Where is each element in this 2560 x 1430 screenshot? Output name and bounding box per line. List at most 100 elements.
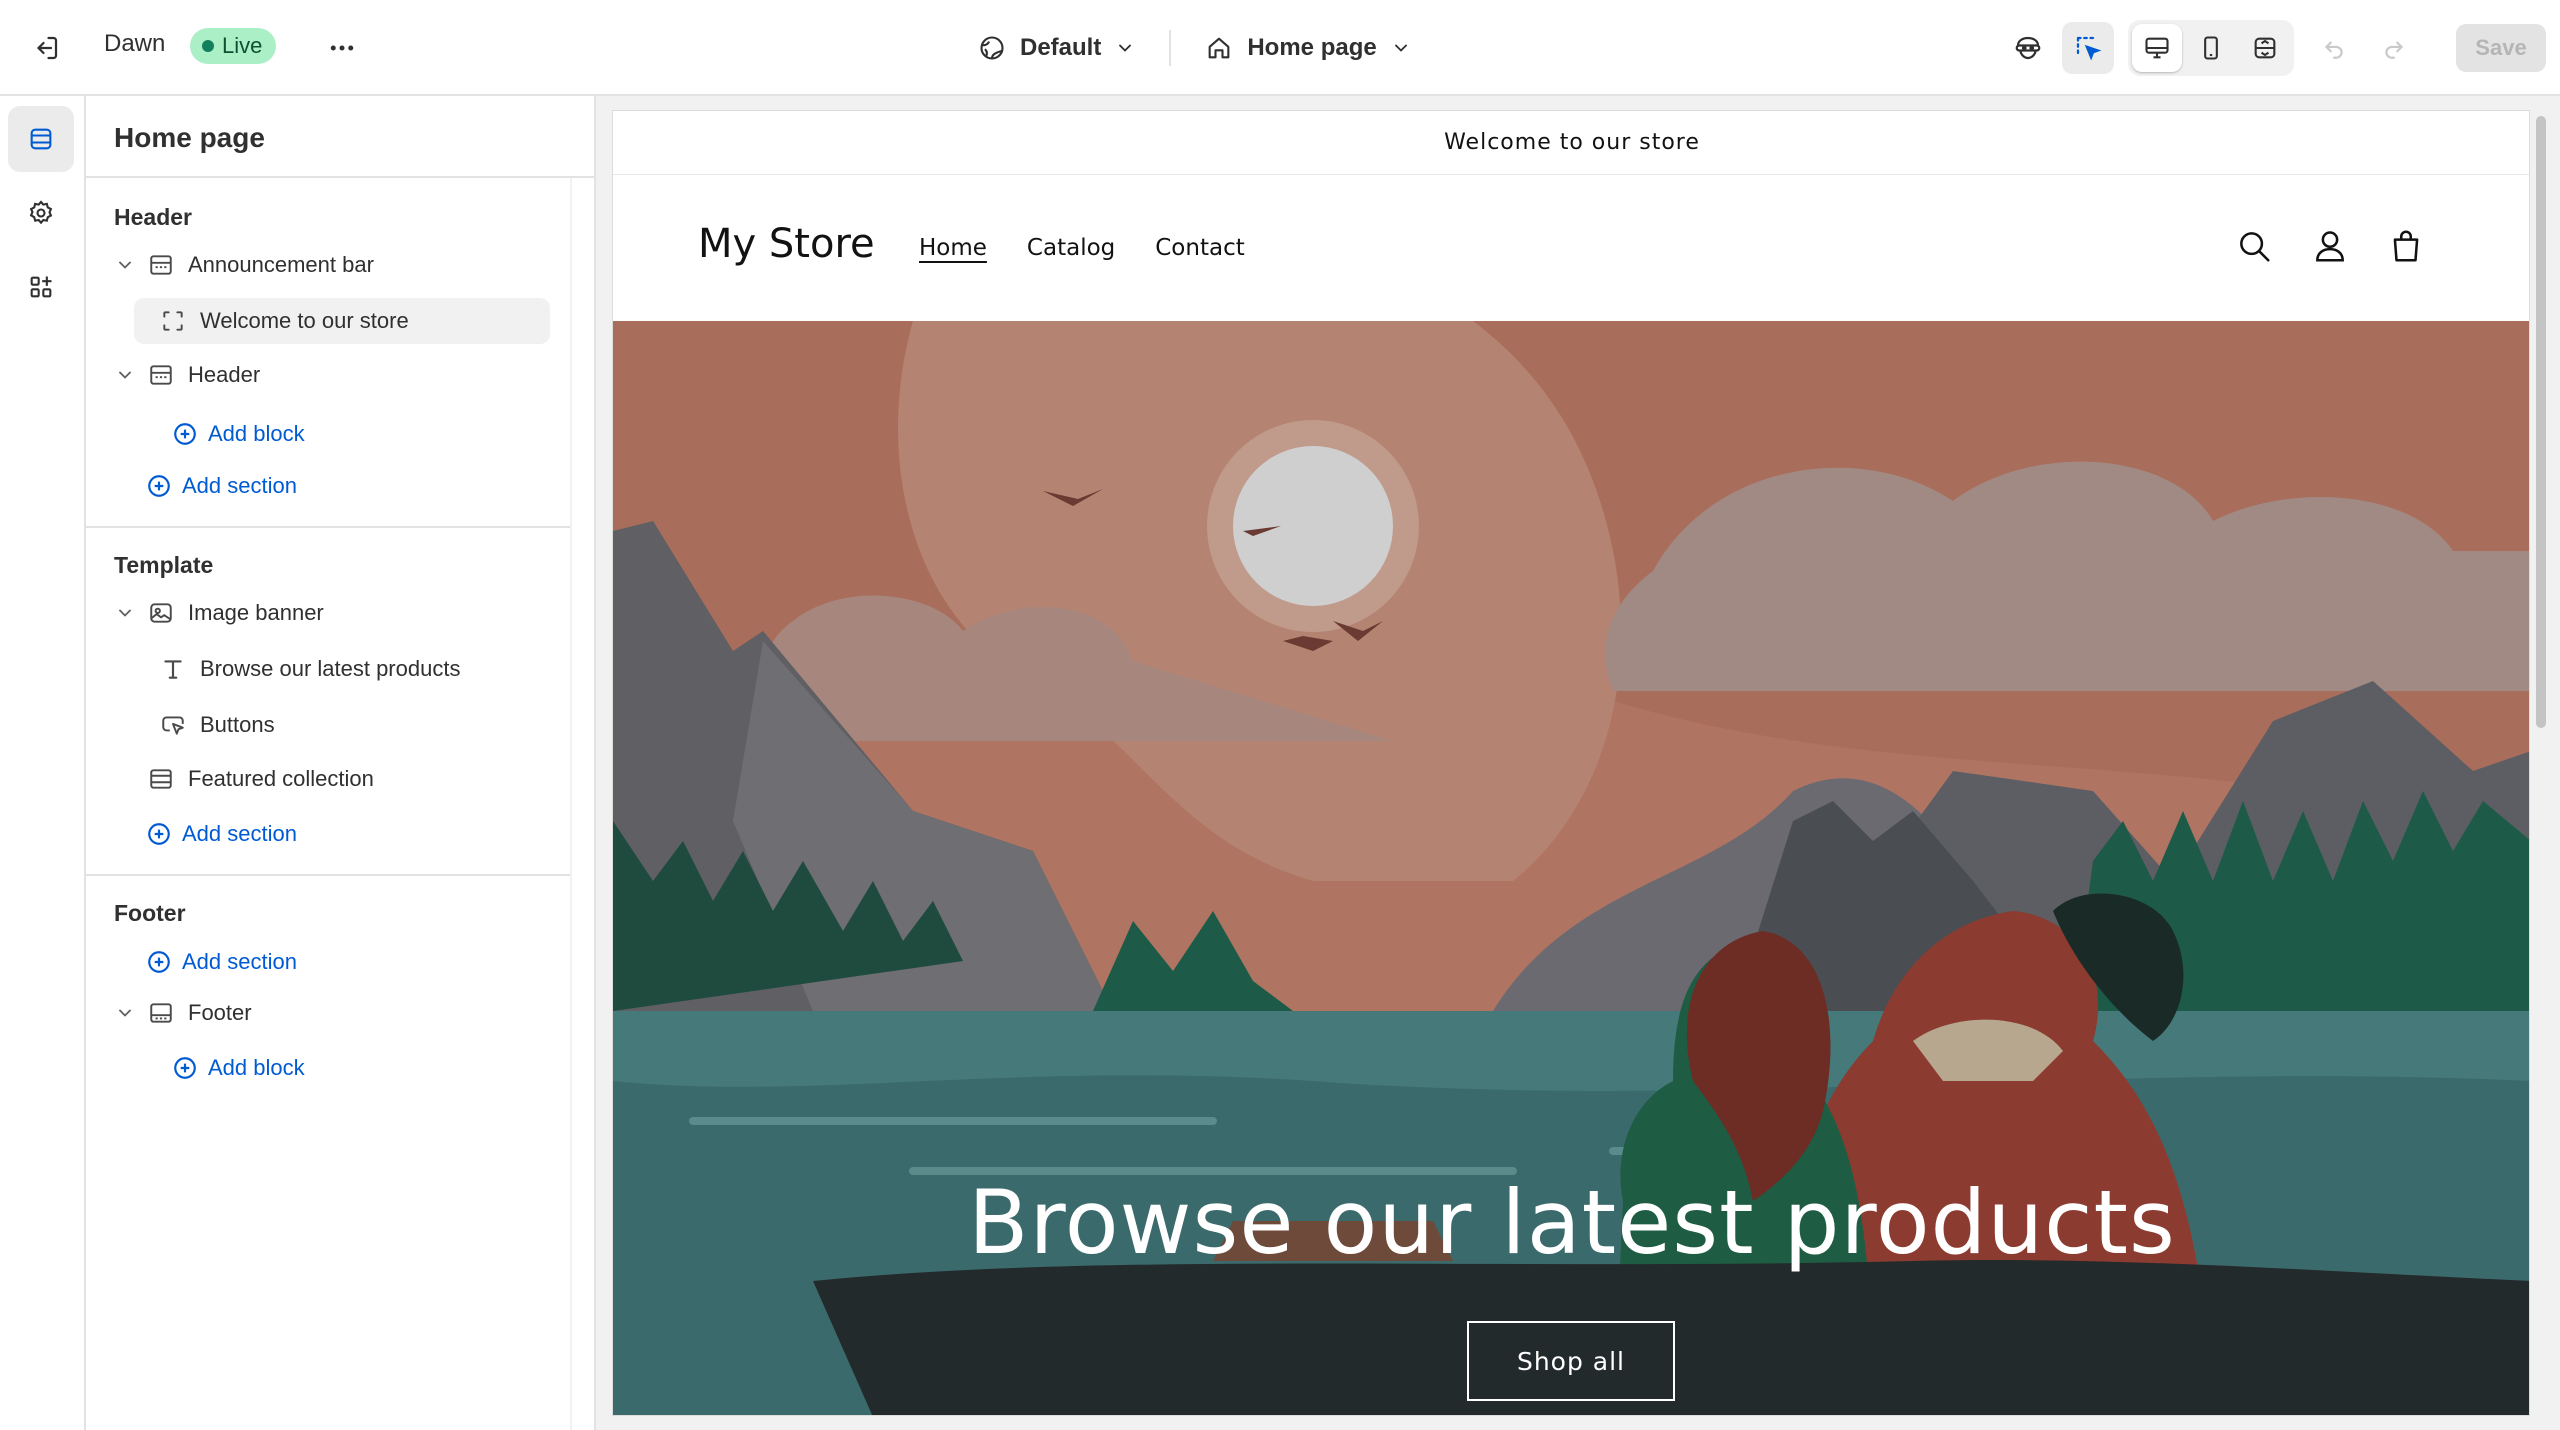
status-badge: Live xyxy=(190,28,277,64)
image-icon xyxy=(146,598,176,628)
sidebar-title: Home page xyxy=(114,122,265,153)
section-label: Announcement bar xyxy=(188,252,374,277)
block-label: Browse our latest products xyxy=(200,656,461,681)
plus-circle-icon xyxy=(148,951,170,973)
sidebar-scrollbar[interactable] xyxy=(570,178,572,1430)
fullscreen-view-button[interactable] xyxy=(2240,24,2290,72)
account-icon[interactable] xyxy=(2309,223,2351,269)
viewport-switcher xyxy=(2128,20,2294,76)
preview-button[interactable] xyxy=(2002,22,2054,74)
plus-circle-icon xyxy=(174,423,196,445)
block-heading[interactable]: Browse our latest products xyxy=(134,646,550,692)
store-logo[interactable]: My Store xyxy=(698,221,875,267)
theme-style-dropdown[interactable]: Default xyxy=(968,34,1145,62)
section-label: Featured collection xyxy=(188,766,374,791)
add-section-label: Add section xyxy=(182,949,297,974)
plus-circle-icon xyxy=(148,823,170,845)
section-header[interactable]: Header xyxy=(112,352,532,398)
redo-button[interactable] xyxy=(2368,22,2420,74)
banner-heading[interactable]: Browse our latest products xyxy=(613,1171,2529,1274)
editor-topbar: Dawn Live Default Home page Save xyxy=(0,0,2560,96)
sections-icon xyxy=(30,128,52,150)
divider xyxy=(86,176,596,178)
home-icon xyxy=(1208,37,1230,59)
preview-scrollbar-thumb[interactable] xyxy=(2536,116,2546,728)
section-footer[interactable]: Footer xyxy=(112,990,532,1036)
preview-eye-icon xyxy=(2015,36,2041,60)
store-header[interactable]: My Store Home Catalog Contact xyxy=(613,175,2529,321)
inspector-button[interactable] xyxy=(2062,22,2114,74)
image-banner[interactable]: Browse our latest products Shop all xyxy=(613,321,2529,1415)
mobile-view-button[interactable] xyxy=(2186,24,2236,72)
plus-circle-icon xyxy=(148,475,170,497)
rail-apps-button[interactable] xyxy=(8,254,74,320)
live-dot xyxy=(202,40,214,52)
chevron-down-icon xyxy=(1119,44,1132,52)
page-dropdown-label: Home page xyxy=(1247,34,1377,61)
sections-sidebar: Home page Header Announcement bar Welcom… xyxy=(86,96,596,1430)
section-label: Footer xyxy=(188,1000,252,1025)
group-title-template: Template xyxy=(114,552,214,578)
section-announcement-bar[interactable]: Announcement bar xyxy=(112,242,532,288)
undo-button[interactable] xyxy=(2308,22,2360,74)
announcement-bar[interactable]: Welcome to our store xyxy=(613,111,2529,175)
apps-icon xyxy=(30,276,52,298)
theme-name: Dawn xyxy=(104,30,166,57)
section-icon xyxy=(146,250,176,280)
add-block-button[interactable]: Add block xyxy=(172,414,305,454)
section-icon xyxy=(146,764,176,794)
theme-style-label: Default xyxy=(1020,34,1102,61)
rail-settings-button[interactable] xyxy=(8,180,74,246)
inspector-icon xyxy=(2076,36,2102,61)
redo-icon xyxy=(2385,41,2404,59)
block-label: Welcome to our store xyxy=(200,308,409,333)
block-buttons[interactable]: Buttons xyxy=(134,702,550,748)
desktop-icon xyxy=(2145,37,2169,59)
add-block-label: Add block xyxy=(208,421,305,446)
page-dropdown[interactable]: Home page xyxy=(1195,34,1420,62)
save-button[interactable]: Save xyxy=(2456,24,2546,72)
divider xyxy=(86,526,570,528)
topbar-actions: Save xyxy=(2002,20,2546,76)
exit-icon xyxy=(37,36,58,60)
block-label: Buttons xyxy=(200,712,275,737)
add-section-label: Add section xyxy=(182,821,297,846)
store-header-icons xyxy=(2233,223,2427,269)
section-icon xyxy=(146,360,176,390)
chevron-down-icon[interactable] xyxy=(112,1003,138,1023)
section-label: Header xyxy=(188,362,261,387)
rail-sections-button[interactable] xyxy=(8,106,74,172)
group-title-footer: Footer xyxy=(114,900,186,926)
shop-all-button[interactable]: Shop all xyxy=(1467,1321,1675,1401)
chevron-down-icon[interactable] xyxy=(112,603,138,623)
gear-icon xyxy=(29,200,53,225)
cart-icon[interactable] xyxy=(2385,223,2427,269)
add-section-button[interactable]: Add section xyxy=(146,814,297,854)
add-section-label: Add section xyxy=(182,473,297,498)
exit-button[interactable] xyxy=(24,26,68,70)
desktop-view-button[interactable] xyxy=(2132,24,2182,72)
chevron-down-icon[interactable] xyxy=(112,365,138,385)
add-block-button[interactable]: Add block xyxy=(172,1048,305,1088)
divider xyxy=(1169,30,1172,66)
globe-icon xyxy=(980,36,1004,60)
more-button[interactable] xyxy=(320,26,364,70)
button-pointer-icon xyxy=(158,710,188,740)
add-section-button[interactable]: Add section xyxy=(146,466,297,506)
chevron-down-icon[interactable] xyxy=(112,255,138,275)
more-icon xyxy=(330,45,354,51)
nav-home[interactable]: Home xyxy=(919,235,987,261)
store-preview: Welcome to our store My Store Home Catal… xyxy=(612,110,2530,1416)
block-announcement[interactable]: Welcome to our store xyxy=(134,298,550,344)
plus-circle-icon xyxy=(174,1057,196,1079)
section-featured-collection[interactable]: Featured collection xyxy=(146,756,546,802)
nav-contact[interactable]: Contact xyxy=(1155,235,1244,261)
section-label: Image banner xyxy=(188,600,324,625)
nav-catalog[interactable]: Catalog xyxy=(1027,235,1115,261)
block-icon xyxy=(158,306,188,336)
search-icon[interactable] xyxy=(2233,223,2275,269)
topbar-center: Default Home page xyxy=(968,24,1421,72)
fullscreen-icon xyxy=(2254,37,2276,59)
section-image-banner[interactable]: Image banner xyxy=(112,590,532,636)
add-section-button[interactable]: Add section xyxy=(146,942,297,982)
